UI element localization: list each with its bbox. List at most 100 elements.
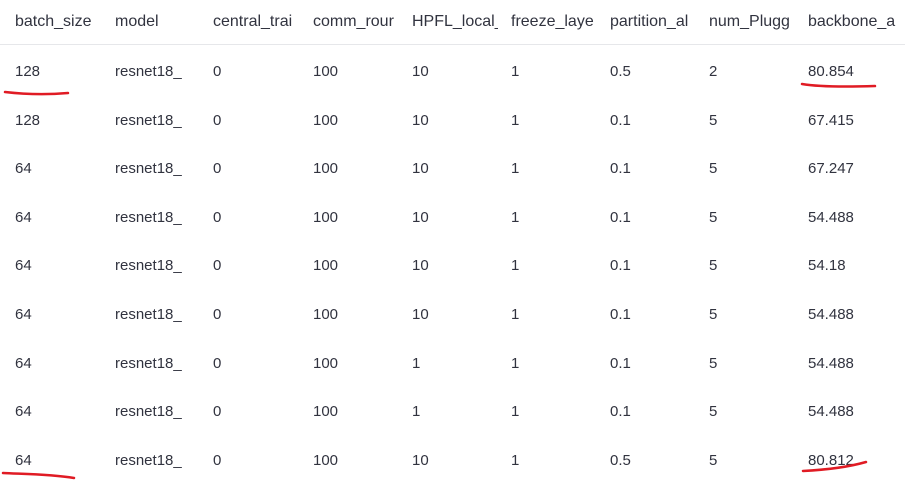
cell-partition-alpha: 0.1 [610,354,631,372]
cell-partition-alpha: 0.1 [610,306,631,323]
cell-hpfl-local: 10 [412,111,429,129]
column-header-num-plugged[interactable]: num_Plugg [709,12,795,32]
table-row[interactable]: 64 resnet18_ 0 100 10 1 0.1 5 54.488 [0,194,905,242]
cell-freeze-layer: 1 [511,111,520,129]
column-header-model[interactable]: model [115,12,199,32]
cell-batch-size: 64 [15,451,32,469]
cell-comm-rounds: 100 [313,451,339,469]
table-row[interactable]: 64 resnet18_ 0 100 1 1 0.1 5 54.488 [0,340,905,388]
cell-num-plugged: 5 [709,111,718,129]
column-header-central-train[interactable]: central_trai [213,12,299,32]
cell-comm-rounds: 100 [313,306,339,323]
table-row[interactable]: 64 resnet18_ 0 100 10 1 0.5 5 80.812 [0,437,905,485]
cell-hpfl-local: 1 [412,354,421,372]
cell-hpfl-local: 10 [412,451,429,469]
cell-backbone-acc: 67.247 [808,160,854,178]
cell-num-plugged: 5 [709,208,718,226]
table-row[interactable]: 128 resnet18_ 0 100 10 1 0.1 5 67.415 [0,97,905,145]
data-table: batch_size model central_trai comm_rour … [0,0,905,489]
cell-model: resnet18_ [115,111,182,129]
column-header-partition-alpha[interactable]: partition_al [610,12,696,32]
column-header-comm-rounds[interactable]: comm_rour [313,12,399,32]
table-row[interactable]: 64 resnet18_ 0 100 1 1 0.1 5 54.488 [0,388,905,436]
cell-num-plugged: 5 [709,160,718,178]
table-row[interactable]: 128 resnet18_ 0 100 10 1 0.5 2 80.854 [0,48,905,96]
cell-comm-rounds: 100 [313,160,339,178]
cell-central-train: 0 [213,257,222,275]
cell-freeze-layer: 1 [511,208,520,226]
cell-batch-size: 128 [15,63,41,80]
cell-hpfl-local: 10 [412,257,429,275]
cell-hpfl-local: 10 [412,63,429,80]
table-row[interactable]: 64 resnet18_ 0 100 10 1 0.1 5 67.247 [0,145,905,193]
cell-hpfl-local: 10 [412,208,429,226]
table-header: batch_size model central_trai comm_rour … [0,0,905,45]
cell-freeze-layer: 1 [511,306,520,323]
table-row[interactable]: 64 resnet18_ 0 100 10 1 0.1 5 54.18 [0,242,905,290]
cell-backbone-acc: 54.488 [808,354,854,372]
cell-partition-alpha: 0.1 [610,208,631,226]
cell-model: resnet18_ [115,208,182,226]
cell-batch-size: 64 [15,403,32,421]
cell-comm-rounds: 100 [313,63,339,80]
cell-backbone-acc: 80.854 [808,63,854,80]
cell-num-plugged: 2 [709,63,718,80]
column-header-freeze-layer[interactable]: freeze_laye [511,12,597,32]
cell-batch-size: 128 [15,111,41,129]
cell-model: resnet18_ [115,451,182,469]
column-header-backbone-acc[interactable]: backbone_a [808,12,905,32]
cell-num-plugged: 5 [709,403,718,421]
cell-partition-alpha: 0.5 [610,63,631,80]
cell-num-plugged: 5 [709,306,718,323]
cell-model: resnet18_ [115,63,182,80]
cell-central-train: 0 [213,111,222,129]
cell-backbone-acc: 67.415 [808,111,854,129]
cell-partition-alpha: 0.1 [610,257,631,275]
cell-central-train: 0 [213,160,222,178]
cell-freeze-layer: 1 [511,403,520,421]
cell-backbone-acc: 54.488 [808,403,854,421]
cell-hpfl-local: 10 [412,160,429,178]
cell-partition-alpha: 0.5 [610,451,631,469]
cell-backbone-acc: 54.18 [808,257,846,275]
cell-batch-size: 64 [15,306,32,323]
cell-model: resnet18_ [115,306,182,323]
cell-num-plugged: 5 [709,257,718,275]
table-row[interactable]: 64 resnet18_ 0 100 10 1 0.1 5 54.488 [0,291,905,339]
cell-backbone-acc: 54.488 [808,306,854,323]
cell-central-train: 0 [213,306,222,323]
cell-comm-rounds: 100 [313,403,339,421]
cell-freeze-layer: 1 [511,257,520,275]
cell-comm-rounds: 100 [313,257,339,275]
cell-partition-alpha: 0.1 [610,111,631,129]
cell-central-train: 0 [213,63,222,80]
cell-freeze-layer: 1 [511,160,520,178]
cell-model: resnet18_ [115,257,182,275]
cell-comm-rounds: 100 [313,354,339,372]
cell-comm-rounds: 100 [313,208,339,226]
cell-hpfl-local: 10 [412,306,429,323]
cell-model: resnet18_ [115,160,182,178]
cell-backbone-acc: 54.488 [808,208,854,226]
cell-hpfl-local: 1 [412,403,421,421]
cell-central-train: 0 [213,451,222,469]
cell-model: resnet18_ [115,354,182,372]
cell-batch-size: 64 [15,257,32,275]
column-header-hpfl-local[interactable]: HPFL_local_ [412,12,498,32]
cell-batch-size: 64 [15,208,32,226]
cell-batch-size: 64 [15,354,32,372]
cell-central-train: 0 [213,208,222,226]
cell-central-train: 0 [213,403,222,421]
cell-central-train: 0 [213,354,222,372]
cell-batch-size: 64 [15,160,32,178]
cell-comm-rounds: 100 [313,111,339,129]
cell-num-plugged: 5 [709,451,718,469]
cell-partition-alpha: 0.1 [610,403,631,421]
cell-partition-alpha: 0.1 [610,160,631,178]
cell-freeze-layer: 1 [511,451,520,469]
cell-num-plugged: 5 [709,354,718,372]
cell-model: resnet18_ [115,403,182,421]
cell-backbone-acc: 80.812 [808,451,854,469]
cell-freeze-layer: 1 [511,354,520,372]
column-header-batch-size[interactable]: batch_size [15,12,107,32]
